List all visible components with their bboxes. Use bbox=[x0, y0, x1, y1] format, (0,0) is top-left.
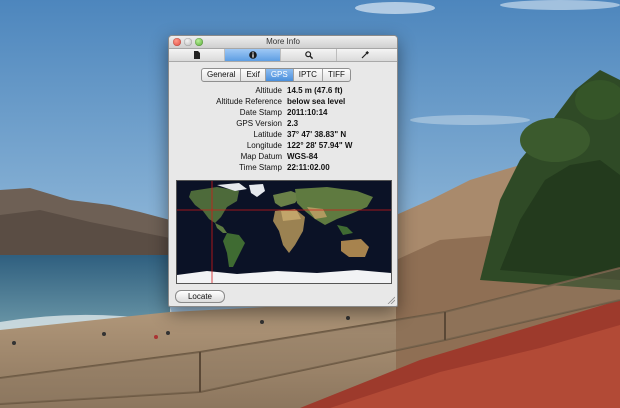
gps-row-altitude: Altitude 14.5 m (47.6 ft) bbox=[169, 86, 397, 96]
gps-row-date-stamp: Date Stamp 2011:10:14 bbox=[169, 108, 397, 118]
inspector-toolbar bbox=[169, 49, 397, 62]
keywords-tab[interactable] bbox=[281, 49, 337, 61]
property-label: Map Datum bbox=[240, 152, 282, 161]
tab-iptc[interactable]: IPTC bbox=[294, 69, 323, 81]
gps-row-map-datum: Map Datum WGS-84 bbox=[169, 152, 397, 162]
world-map[interactable] bbox=[176, 180, 392, 284]
property-label: Altitude Reference bbox=[216, 97, 282, 106]
property-label: Date Stamp bbox=[239, 108, 282, 117]
tab-exif[interactable]: Exif bbox=[241, 69, 266, 81]
eyedropper-icon bbox=[361, 51, 369, 59]
property-label: GPS Version bbox=[236, 119, 282, 128]
general-info-tab[interactable] bbox=[169, 49, 225, 61]
adjust-tab[interactable] bbox=[337, 49, 397, 61]
metadata-tabs: General Exif GPS IPTC TIFF bbox=[201, 68, 351, 82]
property-label: Time Stamp bbox=[239, 163, 282, 172]
window-titlebar[interactable]: More Info bbox=[169, 36, 397, 49]
gps-row-time-stamp: Time Stamp 22:11:02.00 bbox=[169, 163, 397, 173]
tab-gps[interactable]: GPS bbox=[265, 69, 294, 81]
magnifier-icon bbox=[305, 51, 313, 59]
more-info-window: More Info General Exif GPS IPTC TIFF Alt… bbox=[168, 35, 398, 307]
property-label: Longitude bbox=[246, 141, 282, 150]
property-value: 14.5 m (47.6 ft) bbox=[287, 86, 343, 95]
document-icon bbox=[194, 51, 200, 59]
gps-row-gps-version: GPS Version 2.3 bbox=[169, 119, 397, 129]
gps-row-altitude-reference: Altitude Reference below sea level bbox=[169, 97, 397, 107]
more-info-tab[interactable] bbox=[225, 49, 281, 61]
property-value: 37° 47' 38.83" N bbox=[287, 130, 347, 139]
property-value: WGS-84 bbox=[287, 152, 318, 161]
tab-tiff[interactable]: TIFF bbox=[323, 69, 350, 81]
info-icon bbox=[249, 51, 257, 59]
tab-general[interactable]: General bbox=[202, 69, 242, 81]
resize-grip-icon[interactable] bbox=[387, 296, 395, 304]
locate-button[interactable]: Locate bbox=[175, 290, 225, 303]
property-value: below sea level bbox=[287, 97, 346, 106]
window-title: More Info bbox=[266, 37, 300, 46]
gps-row-longitude: Longitude 122° 28' 57.94" W bbox=[169, 141, 397, 151]
property-value: 122° 28' 57.94" W bbox=[287, 141, 353, 150]
property-label: Latitude bbox=[253, 130, 282, 139]
gps-row-latitude: Latitude 37° 47' 38.83" N bbox=[169, 130, 397, 140]
property-label: Altitude bbox=[255, 86, 282, 95]
property-value: 2011:10:14 bbox=[287, 108, 328, 117]
property-value: 2.3 bbox=[287, 119, 299, 128]
property-value: 22:11:02.00 bbox=[287, 163, 330, 172]
